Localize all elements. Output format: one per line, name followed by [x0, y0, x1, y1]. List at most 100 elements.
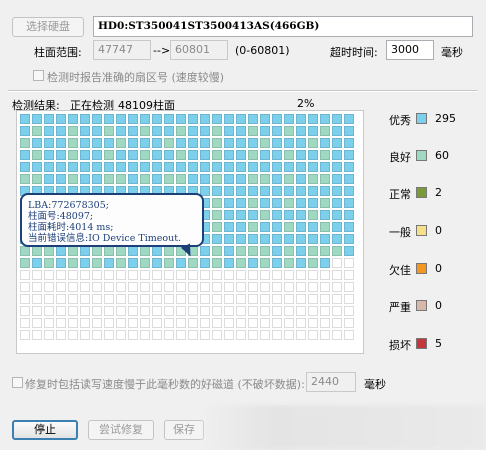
sector-block	[308, 114, 318, 124]
sector-block	[188, 150, 198, 160]
sector-block	[344, 186, 354, 196]
sector-block	[164, 306, 174, 316]
sector-block	[164, 138, 174, 148]
sector-block	[152, 330, 162, 340]
select-disk-button[interactable]: 选择硬盘	[12, 17, 84, 37]
sector-block	[236, 318, 246, 328]
sector-block	[332, 186, 342, 196]
sector-block	[56, 150, 66, 160]
sector-block	[320, 198, 330, 208]
sector-block	[92, 126, 102, 136]
sector-block	[152, 246, 162, 256]
sector-block	[128, 174, 138, 184]
sector-block	[224, 114, 234, 124]
sector-block	[272, 150, 282, 160]
timeout-field[interactable]: 3000	[386, 40, 434, 60]
sector-block	[224, 318, 234, 328]
sector-block	[32, 126, 42, 136]
sector-block	[116, 306, 126, 316]
sector-block	[176, 270, 186, 280]
sector-block	[104, 138, 114, 148]
sector-block	[188, 258, 198, 268]
sector-block	[344, 234, 354, 244]
sector-block	[152, 114, 162, 124]
sector-block	[56, 114, 66, 124]
sector-block	[164, 282, 174, 292]
sector-block	[32, 330, 42, 340]
range-end-field[interactable]: 60801	[170, 40, 228, 60]
sector-block	[332, 174, 342, 184]
repair-threshold-field[interactable]: 2440	[306, 372, 356, 392]
sector-block	[104, 162, 114, 172]
sector-block	[200, 174, 210, 184]
sector-block	[140, 258, 150, 268]
sector-block	[140, 318, 150, 328]
sector-block	[56, 162, 66, 172]
sector-block	[140, 270, 150, 280]
sector-block	[308, 198, 318, 208]
sector-block	[260, 222, 270, 232]
stop-button[interactable]: 停止	[12, 420, 78, 440]
sector-block	[344, 138, 354, 148]
sector-block	[116, 126, 126, 136]
sector-block	[248, 294, 258, 304]
sector-block	[164, 258, 174, 268]
legend-label-severe: 严重	[389, 301, 411, 314]
legend-swatch-normal	[416, 187, 427, 198]
sector-block	[104, 330, 114, 340]
sector-block	[128, 294, 138, 304]
sector-block	[212, 330, 222, 340]
sector-block	[32, 258, 42, 268]
sector-block	[296, 126, 306, 136]
sector-block	[224, 198, 234, 208]
try-repair-button[interactable]: 尝试修复	[88, 420, 154, 440]
legend-swatch-fair	[416, 225, 427, 236]
sector-block	[260, 330, 270, 340]
repair-slow-tracks-checkbox[interactable]	[12, 377, 23, 388]
sector-block	[164, 330, 174, 340]
sector-block	[296, 282, 306, 292]
sector-block	[80, 150, 90, 160]
sector-block	[152, 294, 162, 304]
save-button[interactable]: 保存	[164, 420, 204, 440]
sector-block	[260, 150, 270, 160]
sector-block	[92, 294, 102, 304]
sector-block	[164, 294, 174, 304]
sector-block	[236, 114, 246, 124]
sector-block	[320, 330, 330, 340]
sector-block	[20, 126, 30, 136]
sector-block	[68, 282, 78, 292]
sector-block	[272, 306, 282, 316]
sector-block	[56, 138, 66, 148]
sector-block	[104, 150, 114, 160]
sector-block	[32, 294, 42, 304]
range-start-field[interactable]: 47747	[93, 40, 151, 60]
sector-block	[92, 306, 102, 316]
sector-block	[188, 162, 198, 172]
sector-block	[80, 318, 90, 328]
sector-block	[344, 282, 354, 292]
sector-block	[68, 330, 78, 340]
sector-block	[116, 258, 126, 268]
sector-block	[200, 306, 210, 316]
sector-block	[284, 258, 294, 268]
sector-block	[44, 126, 54, 136]
sector-block	[20, 258, 30, 268]
sector-block	[200, 318, 210, 328]
sector-block	[272, 114, 282, 124]
sector-block	[320, 318, 330, 328]
sector-block	[236, 162, 246, 172]
sector-block	[284, 234, 294, 244]
sector-block	[200, 246, 210, 256]
cylinder-range-label: 柱面范围:	[34, 46, 82, 59]
sector-block	[20, 306, 30, 316]
sector-block	[224, 186, 234, 196]
sector-block	[140, 150, 150, 160]
sector-block	[128, 318, 138, 328]
sector-block	[212, 222, 222, 232]
sector-block	[104, 282, 114, 292]
accurate-report-checkbox[interactable]	[33, 70, 44, 81]
sector-block	[224, 270, 234, 280]
sector-block	[20, 138, 30, 148]
sector-block	[32, 318, 42, 328]
